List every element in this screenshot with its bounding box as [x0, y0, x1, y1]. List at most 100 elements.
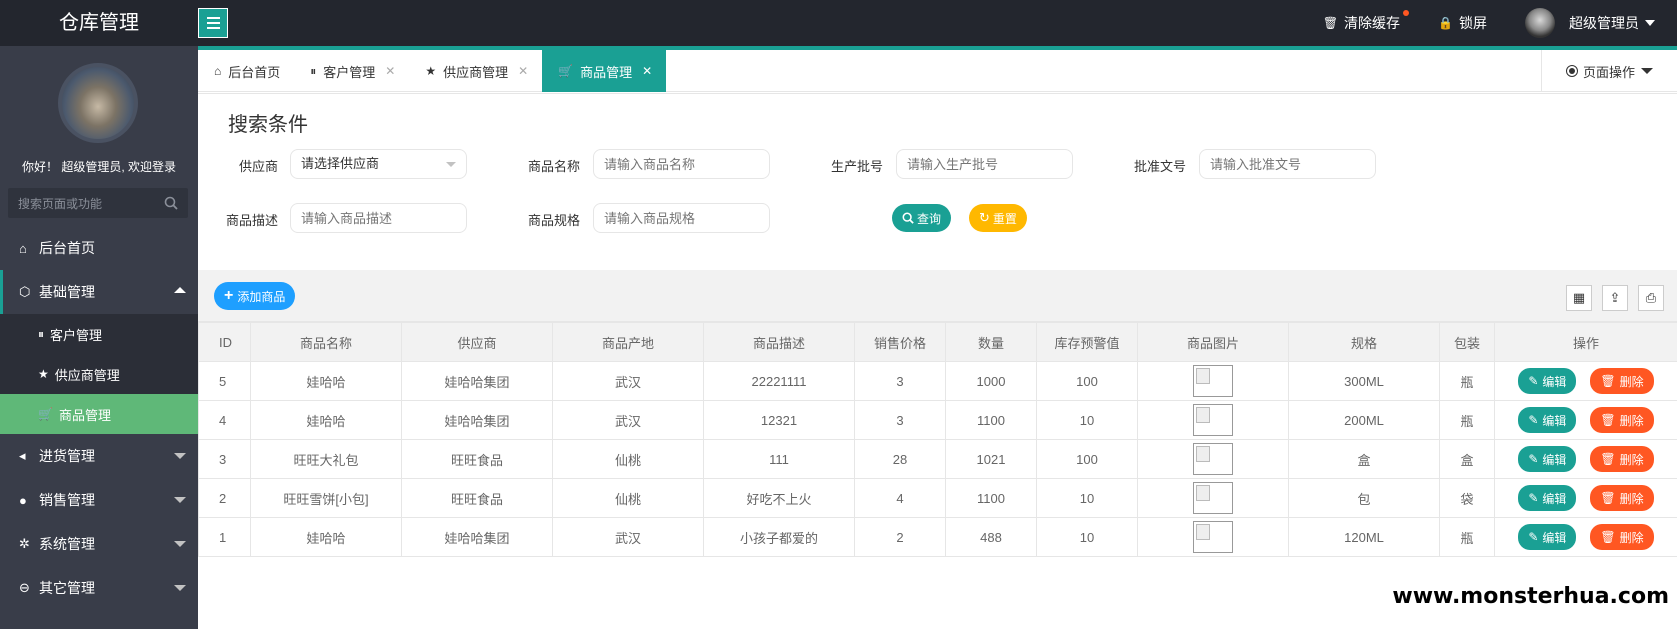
user-menu[interactable]: 超级管理员 — [1525, 8, 1655, 38]
cell-warn: 10 — [1036, 478, 1138, 518]
cell-desc: 好吃不上火 — [703, 478, 855, 518]
cell-name: 旺旺大礼包 — [250, 439, 402, 479]
column-header: 规格 — [1288, 322, 1440, 362]
sidebar-item-system[interactable]: ✲ 系统管理 — [0, 522, 198, 566]
close-icon[interactable]: ✕ — [385, 64, 395, 78]
edit-button[interactable]: ✎ 编辑 — [1518, 485, 1577, 511]
menu-toggle-button[interactable] — [198, 8, 228, 38]
tab-products[interactable]: 🛒 商品管理 ✕ — [542, 50, 667, 92]
sidebar-item-customers[interactable]: ⏸ 客户管理 — [0, 314, 198, 354]
edit-button[interactable]: ✎ 编辑 — [1518, 368, 1577, 394]
cell-pack: 袋 — [1439, 478, 1495, 518]
cell-spec: 120ML — [1288, 517, 1440, 557]
table-header-row: ID 商品名称 供应商 商品产地 商品描述 销售价格 数量 库存预警值 商品图片… — [198, 322, 1677, 362]
product-desc-input[interactable] — [290, 203, 467, 233]
tab-home[interactable]: ⌂ 后台首页 — [198, 50, 294, 92]
columns-filter-icon[interactable]: ▦ — [1566, 285, 1592, 311]
export-icon[interactable]: ⇪ — [1602, 285, 1628, 311]
page-operations-menu[interactable]: 页面操作 — [1541, 50, 1677, 92]
column-header: 库存预警值 — [1036, 322, 1138, 362]
star-icon: ★ — [425, 64, 437, 78]
home-icon: ⌂ — [214, 64, 222, 78]
cell-spec: 包 — [1288, 478, 1440, 518]
cell-qty: 1100 — [945, 478, 1037, 518]
reset-button[interactable]: ↻ 重置 — [969, 204, 1027, 232]
add-product-label: 添加商品 — [237, 289, 286, 304]
broken-image-icon — [1193, 365, 1233, 397]
sidebar-item-products[interactable]: 🛒 商品管理 — [0, 394, 198, 434]
cell-origin: 武汉 — [552, 517, 704, 557]
cell-actions: ✎ 编辑 🗑 删除 — [1494, 400, 1677, 440]
product-name-input[interactable] — [593, 149, 770, 179]
sidebar-item-label: 供应商管理 — [54, 367, 120, 383]
table-row[interactable]: 2 旺旺雪饼[小包] 旺旺食品 仙桃 好吃不上火 4 1100 10 包 袋 ✎… — [198, 478, 1677, 518]
table-row[interactable]: 3 旺旺大礼包 旺旺食品 仙桃 111 28 1021 100 盒 盒 ✎ 编辑 🗑… — [198, 439, 1677, 479]
product-spec-label: 商品规格 — [527, 213, 580, 228]
tab-label: 后台首页 — [228, 64, 281, 80]
sidebar-item-other[interactable]: ⊖ 其它管理 — [0, 566, 198, 610]
cell-spec: 200ML — [1288, 400, 1440, 440]
sidebar-item-home[interactable]: ⌂ 后台首页 — [0, 226, 198, 270]
delete-button[interactable]: 🗑 删除 — [1590, 446, 1654, 472]
cell-origin: 武汉 — [552, 400, 704, 440]
table-row[interactable]: 4 娃哈哈 娃哈哈集团 武汉 12321 3 1100 10 200ML 瓶 ✎… — [198, 400, 1677, 440]
cell-qty: 1021 — [945, 439, 1037, 479]
delete-button[interactable]: 🗑 删除 — [1590, 524, 1654, 550]
edit-button[interactable]: ✎ 编辑 — [1518, 524, 1577, 550]
edit-button[interactable]: ✎ 编辑 — [1518, 407, 1577, 433]
plus-icon: + — [224, 287, 234, 304]
edit-button[interactable]: ✎ 编辑 — [1518, 446, 1577, 472]
sidebar-item-suppliers[interactable]: ★ 供应商管理 — [0, 354, 198, 394]
delete-button[interactable]: 🗑 删除 — [1590, 407, 1654, 433]
products-table: ID 商品名称 供应商 商品产地 商品描述 销售价格 数量 库存预警值 商品图片… — [198, 322, 1677, 557]
chevron-down-icon — [174, 541, 186, 547]
query-button[interactable]: 查询 — [892, 204, 952, 232]
broken-image-icon — [1193, 443, 1233, 475]
approval-number-label: 批准文号 — [1133, 159, 1186, 174]
sidebar-item-purchase[interactable]: ◂ 进货管理 — [0, 434, 198, 478]
tab-customers[interactable]: ⏸ 客户管理 ✕ — [294, 50, 409, 92]
edit-label: 编辑 — [1542, 491, 1567, 506]
tab-suppliers[interactable]: ★ 供应商管理 ✕ — [409, 50, 542, 92]
sidebar-item-sales[interactable]: ● 销售管理 — [0, 478, 198, 522]
close-icon[interactable]: ✕ — [642, 64, 652, 78]
product-spec-input[interactable] — [593, 203, 770, 233]
search-icon[interactable] — [164, 196, 178, 210]
sidebar-item-label: 客户管理 — [50, 327, 103, 343]
product-desc-label: 商品描述 — [225, 213, 278, 228]
column-header: 商品名称 — [250, 322, 402, 362]
sidebar-item-label: 后台首页 — [39, 240, 95, 256]
delete-button[interactable]: 🗑 删除 — [1590, 485, 1654, 511]
broken-image-icon — [1193, 404, 1233, 436]
supplier-select[interactable]: 请选择供应商 — [290, 149, 467, 179]
add-product-button[interactable]: + 添加商品 — [214, 282, 296, 310]
sidebar-search-input[interactable]: 搜索页面或功能 — [8, 188, 188, 218]
delete-label: 删除 — [1619, 491, 1644, 506]
speaker-icon: ◂ — [19, 448, 26, 463]
delete-button[interactable]: 🗑 删除 — [1590, 368, 1654, 394]
chevron-down-icon — [1641, 68, 1653, 74]
cell-desc: 111 — [703, 439, 855, 479]
column-header: 商品图片 — [1137, 322, 1289, 362]
batch-number-input[interactable] — [896, 149, 1073, 179]
sidebar-item-basic[interactable]: ⬡ 基础管理 — [0, 270, 198, 314]
table-row[interactable]: 1 娃哈哈 娃哈哈集团 武汉 小孩子都爱的 2 488 10 120ML 瓶 ✎… — [198, 517, 1677, 557]
trash-icon: 🗑 — [1322, 16, 1339, 30]
supplier-select-value: 请选择供应商 — [301, 156, 380, 171]
column-header: 供应商 — [401, 322, 553, 362]
cell-warn: 10 — [1036, 517, 1138, 557]
clear-cache-button[interactable]: 🗑 清除缓存 — [1322, 10, 1410, 33]
table-toolbar: + 添加商品 ▦ ⇪ ⎙ — [198, 270, 1677, 322]
table-row[interactable]: 5 娃哈哈 娃哈哈集团 武汉 22221111 3 1000 100 300ML… — [198, 361, 1677, 401]
sidebar-item-label: 商品管理 — [58, 407, 111, 423]
edit-label: 编辑 — [1542, 374, 1567, 389]
user-name: 超级管理员 — [1569, 15, 1639, 31]
print-icon[interactable]: ⎙ — [1638, 285, 1664, 311]
close-icon[interactable]: ✕ — [518, 64, 528, 78]
sidebar-search-placeholder: 搜索页面或功能 — [18, 196, 103, 211]
lock-screen-button[interactable]: 🔒 锁屏 — [1438, 13, 1487, 33]
home-icon: ⌂ — [19, 240, 27, 256]
search-legend: 搜索条件 — [220, 108, 316, 137]
approval-number-input[interactable] — [1199, 149, 1376, 179]
pause-circle-icon: ⏸ — [310, 63, 317, 78]
